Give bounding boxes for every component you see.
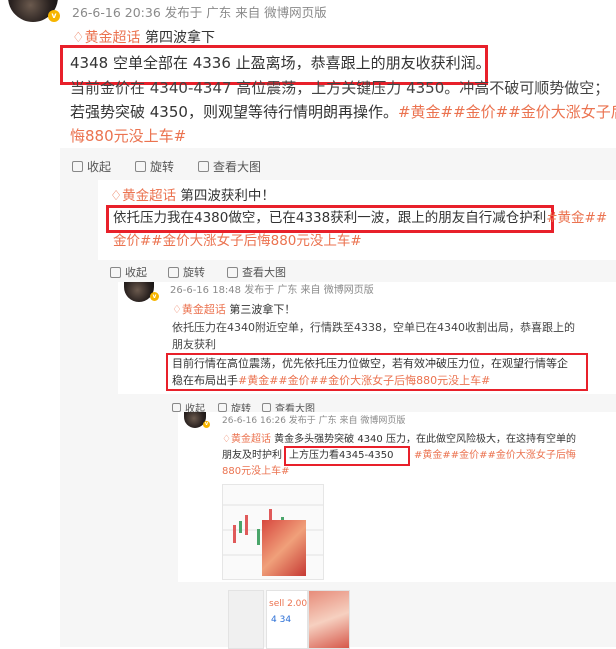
post-meta: 26-6-16 18:48 发布于 广东 来自 微博网页版 bbox=[170, 285, 374, 296]
view-large-label: 查看大图 bbox=[242, 266, 286, 279]
super-topic-icon: ♢ bbox=[172, 303, 182, 316]
post-meta: 26-6-16 20:36 发布于 广东 来自 微博网页版 bbox=[72, 5, 327, 20]
super-topic-link[interactable]: 黄金超话 bbox=[231, 434, 271, 445]
super-topic-icon: ♢ bbox=[222, 434, 231, 445]
view-large-button[interactable]: 查看大图 bbox=[227, 264, 286, 280]
post-body-line: 若强势突破 4350，则观望等待行情明朗再操作。#黄金##金价##金价大涨女子后 bbox=[70, 101, 616, 123]
super-topic-link[interactable]: 黄金超话 bbox=[85, 30, 141, 46]
post-highlight-text: 稳在布局出手 bbox=[172, 374, 238, 387]
rotate-icon bbox=[168, 266, 179, 278]
collapse-label: 收起 bbox=[125, 266, 147, 279]
image-thumbnail[interactable] bbox=[228, 590, 264, 649]
post-body-text: 朋友及时护利 bbox=[222, 450, 282, 461]
rotate-icon bbox=[218, 403, 227, 412]
view-image-icon bbox=[227, 266, 238, 278]
post-title: 第三波拿下！ bbox=[229, 303, 296, 316]
post-highlight-text: 4348 空单全部在 4336 止盈离场，恭喜跟上的朋友收获利润。 bbox=[70, 54, 491, 72]
post-body-line: 依托压力在4340附近空单，行情跌至4338，空单已在4340收割出局，恭喜跟上… bbox=[172, 321, 575, 334]
hashtags-link[interactable]: #黄金##金价##金价大涨女子后悔880元没上车# bbox=[238, 374, 490, 387]
view-image-icon bbox=[198, 161, 209, 172]
post-body-line: 朋友及时护利 bbox=[222, 448, 282, 463]
verified-badge-icon: v bbox=[150, 292, 159, 301]
post-title-row: ♢黄金超话 第三波拿下！ bbox=[172, 302, 295, 318]
view-large-button[interactable]: 查看大图 bbox=[198, 158, 261, 175]
view-image-icon bbox=[262, 403, 271, 412]
image-thumbnail[interactable] bbox=[308, 590, 350, 649]
hashtags-link[interactable]: #黄金## bbox=[546, 210, 607, 226]
view-large-label: 查看大图 bbox=[213, 160, 262, 174]
rotate-label: 旋转 bbox=[183, 266, 205, 279]
hashtags-link[interactable]: 金价##金价大涨女子后悔880元没上车# bbox=[113, 231, 362, 252]
post-highlight-text: 依托压力我在4380做空，已在4338获利一波，跟上的朋友自行减仓护利 bbox=[113, 210, 547, 226]
post-body-text: 若强势突破 4350，则观望等待行情明朗再操作。 bbox=[70, 103, 398, 121]
post-highlight-row: 依托压力我在4380做空，已在4338获利一波，跟上的朋友自行减仓护利#黄金## bbox=[113, 208, 607, 229]
hashtags-link[interactable]: #黄金##金价##金价大涨女子后悔 bbox=[414, 448, 576, 463]
hashtags-link[interactable]: 悔880元没上车# bbox=[70, 125, 186, 147]
post-title-row: ♢黄金超话 第四波获利中！ bbox=[110, 186, 275, 207]
post-body-text: 黄金多头强势突破 4340 压力，在此做空风险极大，在这持有空单的 bbox=[274, 434, 576, 445]
thumb-price-text: 4 34 bbox=[271, 615, 292, 625]
post-highlight-text: 上方压力看4345-4350 bbox=[289, 450, 394, 461]
verified-badge-icon: v bbox=[48, 10, 60, 22]
hashtags-link[interactable]: 880元没上车# bbox=[222, 464, 289, 479]
super-topic-link[interactable]: 黄金超话 bbox=[122, 188, 176, 204]
post-body-line: 朋友获利 bbox=[172, 338, 216, 351]
post-title: 第四波获利中！ bbox=[180, 188, 275, 204]
super-topic-icon: ♢ bbox=[110, 188, 123, 204]
post-body-line: 当前金价在 4340-4347 高位震荡，上方关键压力 4350。冲高不破可顺势… bbox=[70, 79, 610, 97]
rotate-icon bbox=[135, 161, 146, 172]
collapse-label: 收起 bbox=[87, 160, 112, 174]
thumb-sell-text: sell 2.00 bbox=[269, 599, 308, 609]
collapse-button[interactable]: 收起 bbox=[72, 158, 111, 175]
image-thumbnail[interactable]: sell 2.00 4 34 bbox=[266, 590, 308, 649]
super-topic-link[interactable]: 黄金超话 bbox=[182, 303, 226, 316]
post-meta: 26-6-16 16:26 发布于 广东 来自 微博网页版 bbox=[222, 416, 406, 426]
verified-badge-icon: v bbox=[203, 421, 210, 428]
collapse-icon bbox=[72, 161, 83, 172]
rotate-button[interactable]: 旋转 bbox=[168, 264, 205, 280]
super-topic-icon: ♢ bbox=[72, 30, 85, 46]
rotate-label: 旋转 bbox=[150, 160, 175, 174]
rotate-button[interactable]: 旋转 bbox=[135, 158, 174, 175]
collapse-icon bbox=[172, 403, 181, 412]
photo-thumbnail[interactable] bbox=[262, 520, 306, 576]
post-highlight-row: 稳在布局出手#黄金##金价##金价大涨女子后悔880元没上车# bbox=[172, 373, 490, 389]
hashtags-link[interactable]: #黄金##金价##金价大涨女子后 bbox=[398, 103, 616, 121]
collapse-button[interactable]: 收起 bbox=[110, 264, 147, 280]
post-highlight-text: 目前行情在高位震荡，优先依托压力位做空，若有效冲破压力位，在观望行情等企 bbox=[172, 357, 568, 370]
post-title: 第四波拿下 bbox=[145, 30, 216, 46]
collapse-icon bbox=[110, 266, 121, 278]
post-body-line: ♢黄金超话 黄金多头强势突破 4340 压力，在此做空风险极大，在这持有空单的 bbox=[222, 432, 576, 447]
